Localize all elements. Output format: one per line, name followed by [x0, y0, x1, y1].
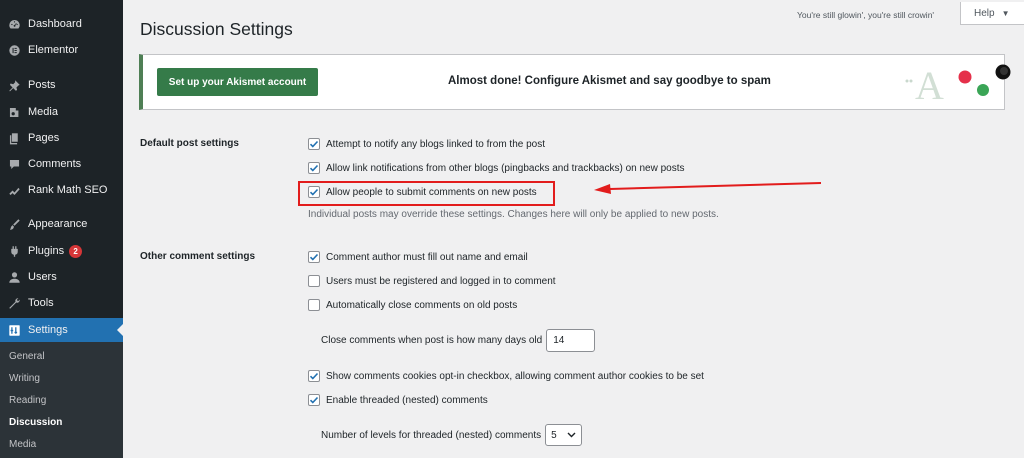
sidebar-item-label: Dashboard [28, 18, 82, 30]
annotation-arrow-icon [594, 182, 822, 194]
sidebar-item-label: Elementor [28, 44, 79, 56]
sidebar-item-plugins[interactable]: Plugins 2 [0, 240, 123, 262]
cookies-opt-in-option[interactable]: Show comments cookies opt-in checkbox, a… [308, 369, 704, 383]
require-name-email-checkbox[interactable] [308, 251, 320, 263]
close-comments-days-input[interactable]: 14 [546, 329, 596, 352]
sidebar-item-rank-math-seo[interactable]: Rank Math SEO [0, 179, 123, 201]
sidebar-item-dashboard[interactable]: Dashboard [0, 13, 123, 35]
akismet-notice: Set up your Akismet account Almost done!… [139, 54, 1011, 110]
sidebar-item-label: Plugins [28, 245, 65, 257]
cookies-opt-in-checkbox[interactable] [308, 370, 320, 382]
notify-linked-blogs-checkbox[interactable] [308, 138, 320, 150]
comments-icon [7, 157, 21, 171]
caret-down-icon: ▼ [1001, 8, 1010, 18]
sidebar-item-label: Rank Math SEO [28, 184, 108, 196]
submenu-item-general[interactable]: General [9, 351, 45, 362]
checkmark-icon [309, 396, 319, 404]
require-registration-checkbox[interactable] [308, 275, 320, 287]
annotation-highlight-box [298, 181, 555, 206]
require-name-email-option[interactable]: Comment author must fill out name and em… [308, 250, 528, 264]
sidebar-item-elementor[interactable]: Elementor [0, 39, 123, 61]
close-comments-days-row: Close comments when post is how many day… [321, 329, 596, 352]
page-title: Discussion Settings [140, 19, 293, 39]
chevron-down-icon [567, 432, 576, 438]
settings-submenu: General Writing Reading Discussion Media [0, 342, 123, 458]
checkmark-icon [309, 140, 319, 148]
sidebar-item-label: Pages [28, 132, 60, 144]
users-icon [7, 270, 21, 284]
elementor-icon [7, 43, 21, 57]
threaded-comments-checkbox[interactable] [308, 394, 320, 406]
akismet-logo-icon: A [905, 63, 1011, 107]
sidebar-item-users[interactable]: Users [0, 266, 123, 288]
sidebar-item-tools[interactable]: Tools [0, 292, 123, 314]
sidebar-item-label: Users [28, 271, 57, 283]
allow-pingbacks-option[interactable]: Allow link notifications from other blog… [308, 161, 685, 175]
sidebar-item-appearance[interactable]: Appearance [0, 213, 123, 235]
sidebar-item-label: Appearance [28, 218, 88, 230]
admin-sidebar: Dashboard Elementor Posts Media Pages Co… [0, 0, 123, 458]
akismet-logo-letter: A [915, 63, 944, 107]
default-settings-description: Individual posts may override these sett… [308, 209, 719, 220]
threaded-comments-option[interactable]: Enable threaded (nested) comments [308, 393, 488, 407]
submenu-item-reading[interactable]: Reading [9, 395, 46, 406]
sidebar-item-posts[interactable]: Posts [0, 74, 123, 96]
sidebar-item-media[interactable]: Media [0, 101, 123, 123]
allow-pingbacks-checkbox[interactable] [308, 162, 320, 174]
thread-levels-label: Number of levels for threaded (nested) c… [321, 429, 542, 441]
sidebar-item-label: Comments [28, 158, 82, 170]
checkmark-icon [309, 253, 319, 261]
checkbox-label: Automatically close comments on old post… [326, 299, 518, 311]
checkbox-label: Attempt to notify any blogs linked to fr… [326, 138, 546, 150]
sidebar-item-settings[interactable]: Settings [0, 318, 123, 342]
default-post-settings-label: Default post settings [140, 138, 239, 149]
plugins-update-count-badge: 2 [69, 244, 83, 258]
sidebar-item-comments[interactable]: Comments [0, 153, 123, 175]
pin-icon [7, 78, 21, 92]
help-tab-button[interactable]: Help ▼ [960, 2, 1024, 25]
other-comment-settings-label: Other comment settings [140, 251, 256, 262]
notify-linked-blogs-option[interactable]: Attempt to notify any blogs linked to fr… [308, 137, 545, 151]
checkbox-label: Users must be registered and logged in t… [326, 275, 556, 287]
pages-icon [7, 131, 21, 145]
wrench-icon [7, 296, 21, 310]
sidebar-item-label: Settings [28, 324, 68, 336]
plugin-icon [7, 244, 21, 258]
checkbox-label: Enable threaded (nested) comments [326, 394, 488, 406]
sidebar-item-label: Posts [28, 79, 56, 91]
submenu-item-media[interactable]: Media [9, 439, 36, 450]
require-registration-option[interactable]: Users must be registered and logged in t… [308, 274, 556, 288]
checkbox-label: Allow link notifications from other blog… [326, 162, 685, 174]
sidebar-item-label: Tools [28, 297, 54, 309]
submenu-item-writing[interactable]: Writing [9, 373, 40, 384]
auto-close-comments-option[interactable]: Automatically close comments on old post… [308, 298, 517, 312]
settings-icon [7, 323, 21, 337]
auto-close-comments-checkbox[interactable] [308, 299, 320, 311]
dashboard-icon [7, 17, 21, 31]
sidebar-item-label: Media [28, 106, 58, 118]
hello-dolly-tagline: You're still glowin', you're still crowi… [797, 10, 935, 20]
help-label: Help [974, 7, 995, 19]
thread-levels-select[interactable]: 5 [545, 424, 583, 446]
akismet-message: Almost done! Configure Akismet and say g… [448, 75, 771, 87]
checkmark-icon [309, 372, 319, 380]
sidebar-item-pages[interactable]: Pages [0, 127, 123, 149]
thread-levels-row: Number of levels for threaded (nested) c… [321, 424, 583, 446]
checkbox-label: Comment author must fill out name and em… [326, 251, 528, 263]
setup-akismet-button[interactable]: Set up your Akismet account [157, 68, 318, 96]
close-comments-days-label: Close comments when post is how many day… [321, 335, 543, 346]
thread-levels-value: 5 [551, 429, 557, 441]
checkbox-label: Show comments cookies opt-in checkbox, a… [326, 370, 704, 382]
media-icon [7, 105, 21, 119]
brush-icon [7, 217, 21, 231]
rank-math-icon [7, 183, 21, 197]
checkmark-icon [309, 164, 319, 172]
submenu-item-discussion[interactable]: Discussion [9, 417, 62, 428]
